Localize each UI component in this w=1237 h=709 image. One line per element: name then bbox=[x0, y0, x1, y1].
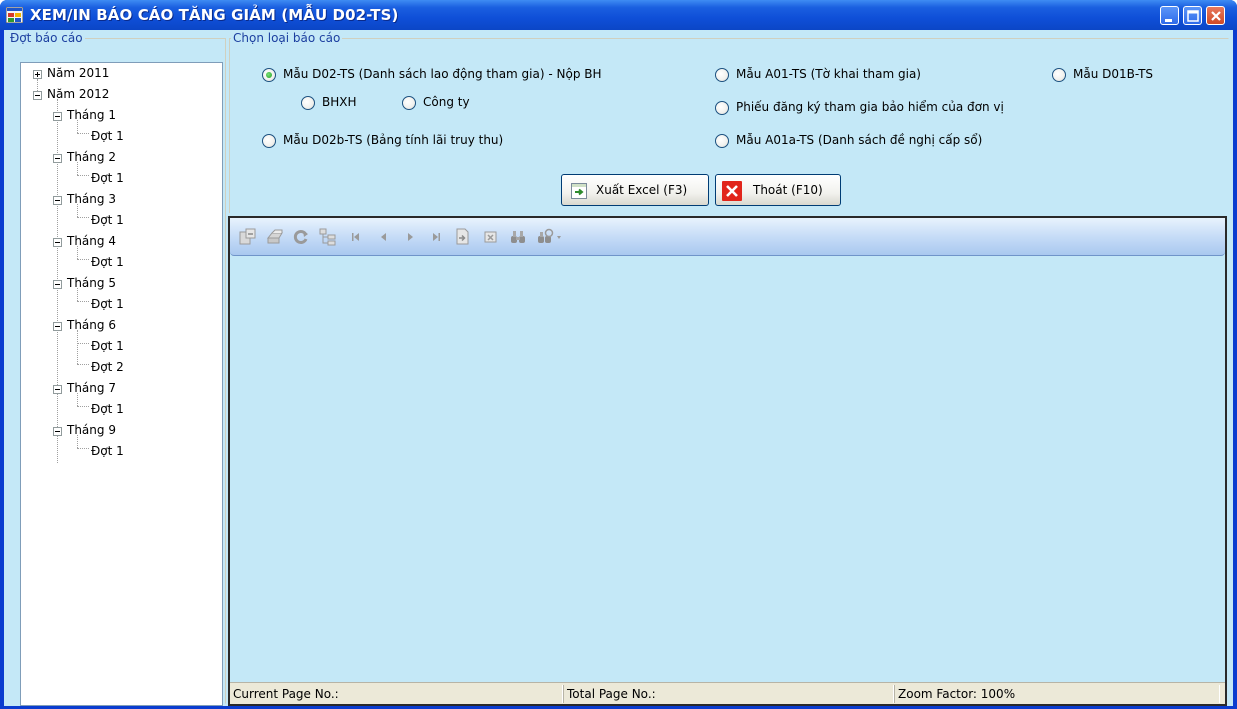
radio-d02b-ts[interactable] bbox=[262, 134, 276, 148]
tree-node-month[interactable]: Tháng 7 bbox=[67, 381, 116, 395]
close-icon bbox=[1211, 11, 1221, 21]
total-page-status: Total Page No.: bbox=[563, 685, 894, 703]
previous-page-icon[interactable] bbox=[375, 228, 393, 246]
report-viewer[interactable]: Current Page No.: Total Page No.: Zoom F… bbox=[228, 216, 1227, 706]
collapse-icon[interactable] bbox=[53, 112, 62, 121]
radio-label-d01b-ts[interactable]: Mẫu D01B-TS bbox=[1073, 67, 1153, 81]
radio-label-d02b-ts[interactable]: Mẫu D02b-TS (Bảng tính lãi truy thu) bbox=[283, 133, 503, 147]
close-icon bbox=[722, 181, 742, 201]
radio-label-company[interactable]: Công ty bbox=[423, 95, 470, 109]
tree-connector bbox=[77, 448, 89, 449]
go-to-page-icon[interactable] bbox=[454, 228, 472, 246]
next-page-icon[interactable] bbox=[401, 228, 419, 246]
tree-connector bbox=[77, 133, 89, 134]
tree-node-month[interactable]: Tháng 3 bbox=[67, 192, 116, 206]
title-bar[interactable]: XEM/IN BÁO CÁO TĂNG GIẢM (MẪU D02-TS) bbox=[0, 0, 1237, 30]
collapse-icon[interactable] bbox=[53, 196, 62, 205]
radio-label-d02-ts[interactable]: Mẫu D02-TS (Danh sách lao động tham gia)… bbox=[283, 67, 602, 81]
zoom-factor-status: Zoom Factor: 100% bbox=[894, 685, 1220, 703]
last-page-icon[interactable] bbox=[427, 228, 445, 246]
maximize-button[interactable] bbox=[1183, 6, 1202, 25]
selected-dot-icon bbox=[266, 72, 272, 78]
group-tree-icon[interactable] bbox=[319, 228, 337, 246]
tree-node-month[interactable]: Tháng 5 bbox=[67, 276, 116, 290]
viewer-status-bar: Current Page No.: Total Page No.: Zoom F… bbox=[230, 682, 1225, 704]
tree-connector bbox=[77, 330, 78, 364]
radio-label-bhxh[interactable]: BHXH bbox=[322, 95, 357, 109]
tree-connector bbox=[77, 217, 89, 218]
radio-company[interactable] bbox=[402, 96, 416, 110]
tree-connector bbox=[77, 343, 89, 344]
tree-node-period[interactable]: Đợt 1 bbox=[91, 129, 124, 143]
expand-icon[interactable] bbox=[33, 70, 42, 79]
tree-connector bbox=[77, 259, 89, 260]
radio-a01a-ts[interactable] bbox=[715, 134, 729, 148]
minimize-button[interactable] bbox=[1160, 6, 1179, 25]
tree-node-period[interactable]: Đợt 1 bbox=[91, 255, 124, 269]
export-excel-button[interactable]: Xuất Excel (F3) bbox=[561, 174, 709, 206]
collapse-icon[interactable] bbox=[53, 238, 62, 247]
tree-connector bbox=[77, 406, 89, 407]
maximize-icon bbox=[1187, 10, 1199, 22]
tree-node-period[interactable]: Đợt 1 bbox=[91, 297, 124, 311]
app-icon bbox=[6, 7, 23, 23]
radio-d01b-ts[interactable] bbox=[1052, 68, 1066, 82]
report-type-legend: Chọn loại báo cáo bbox=[231, 31, 343, 45]
radio-label-a01-ts[interactable]: Mẫu A01-TS (Tờ khai tham gia) bbox=[736, 67, 921, 81]
tree-node-month[interactable]: Tháng 4 bbox=[67, 234, 116, 248]
collapse-icon[interactable] bbox=[53, 427, 62, 436]
collapse-icon[interactable] bbox=[53, 385, 62, 394]
report-period-tree[interactable]: Năm 2011 Năm 2012 Tháng 1 Đợt 1 Tháng 2 … bbox=[20, 62, 223, 706]
collapse-icon[interactable] bbox=[53, 154, 62, 163]
collapse-icon[interactable] bbox=[53, 280, 62, 289]
tree-node-month[interactable]: Tháng 1 bbox=[67, 108, 116, 122]
report-window: XEM/IN BÁO CÁO TĂNG GIẢM (MẪU D02-TS) Đợ… bbox=[0, 0, 1237, 709]
stop-icon[interactable] bbox=[482, 228, 500, 246]
search-icon[interactable] bbox=[509, 228, 527, 246]
exit-label: Thoát (F10) bbox=[753, 183, 823, 197]
viewer-toolbar bbox=[230, 218, 1225, 256]
minimize-icon bbox=[1165, 19, 1172, 22]
tree-connector bbox=[77, 364, 89, 365]
tree-connector bbox=[77, 301, 89, 302]
radio-label-a01a-ts[interactable]: Mẫu A01a-TS (Danh sách đề nghị cấp sổ) bbox=[736, 133, 982, 147]
tree-node-month[interactable]: Tháng 6 bbox=[67, 318, 116, 332]
first-page-icon[interactable] bbox=[347, 228, 365, 246]
report-period-legend: Đợt báo cáo bbox=[8, 31, 85, 45]
tree-node-year[interactable]: Năm 2011 bbox=[47, 66, 109, 80]
export-excel-label: Xuất Excel (F3) bbox=[596, 183, 688, 197]
refresh-icon[interactable] bbox=[292, 228, 310, 246]
tree-node-period[interactable]: Đợt 1 bbox=[91, 402, 124, 416]
collapse-icon[interactable] bbox=[53, 322, 62, 331]
tree-node-period[interactable]: Đợt 1 bbox=[91, 171, 124, 185]
tree-node-month[interactable]: Tháng 2 bbox=[67, 150, 116, 164]
tree-node-period[interactable]: Đợt 2 bbox=[91, 360, 124, 374]
radio-bhxh[interactable] bbox=[301, 96, 315, 110]
print-icon[interactable] bbox=[266, 228, 284, 246]
radio-d02-ts[interactable] bbox=[262, 68, 276, 82]
tree-node-period[interactable]: Đợt 1 bbox=[91, 339, 124, 353]
client-area: Đợt báo cáo Năm 2011 Năm 2012 Tháng 1 Đợ… bbox=[4, 30, 1233, 706]
export-icon[interactable] bbox=[238, 228, 256, 246]
exit-button[interactable]: Thoát (F10) bbox=[715, 174, 841, 206]
export-excel-icon bbox=[571, 183, 587, 199]
radio-registration-form[interactable] bbox=[715, 101, 729, 115]
tree-node-month[interactable]: Tháng 9 bbox=[67, 423, 116, 437]
radio-label-registration-form[interactable]: Phiếu đăng ký tham gia bảo hiểm của đơn … bbox=[736, 100, 1004, 114]
window-title: XEM/IN BÁO CÁO TĂNG GIẢM (MẪU D02-TS) bbox=[30, 6, 399, 24]
radio-a01-ts[interactable] bbox=[715, 68, 729, 82]
tree-node-period[interactable]: Đợt 1 bbox=[91, 444, 124, 458]
zoom-icon[interactable] bbox=[537, 228, 565, 246]
current-page-status: Current Page No.: bbox=[230, 685, 563, 703]
tree-node-year[interactable]: Năm 2012 bbox=[47, 87, 109, 101]
tree-node-period[interactable]: Đợt 1 bbox=[91, 213, 124, 227]
collapse-icon[interactable] bbox=[33, 91, 42, 100]
close-button[interactable] bbox=[1206, 6, 1225, 25]
tree-connector bbox=[77, 175, 89, 176]
